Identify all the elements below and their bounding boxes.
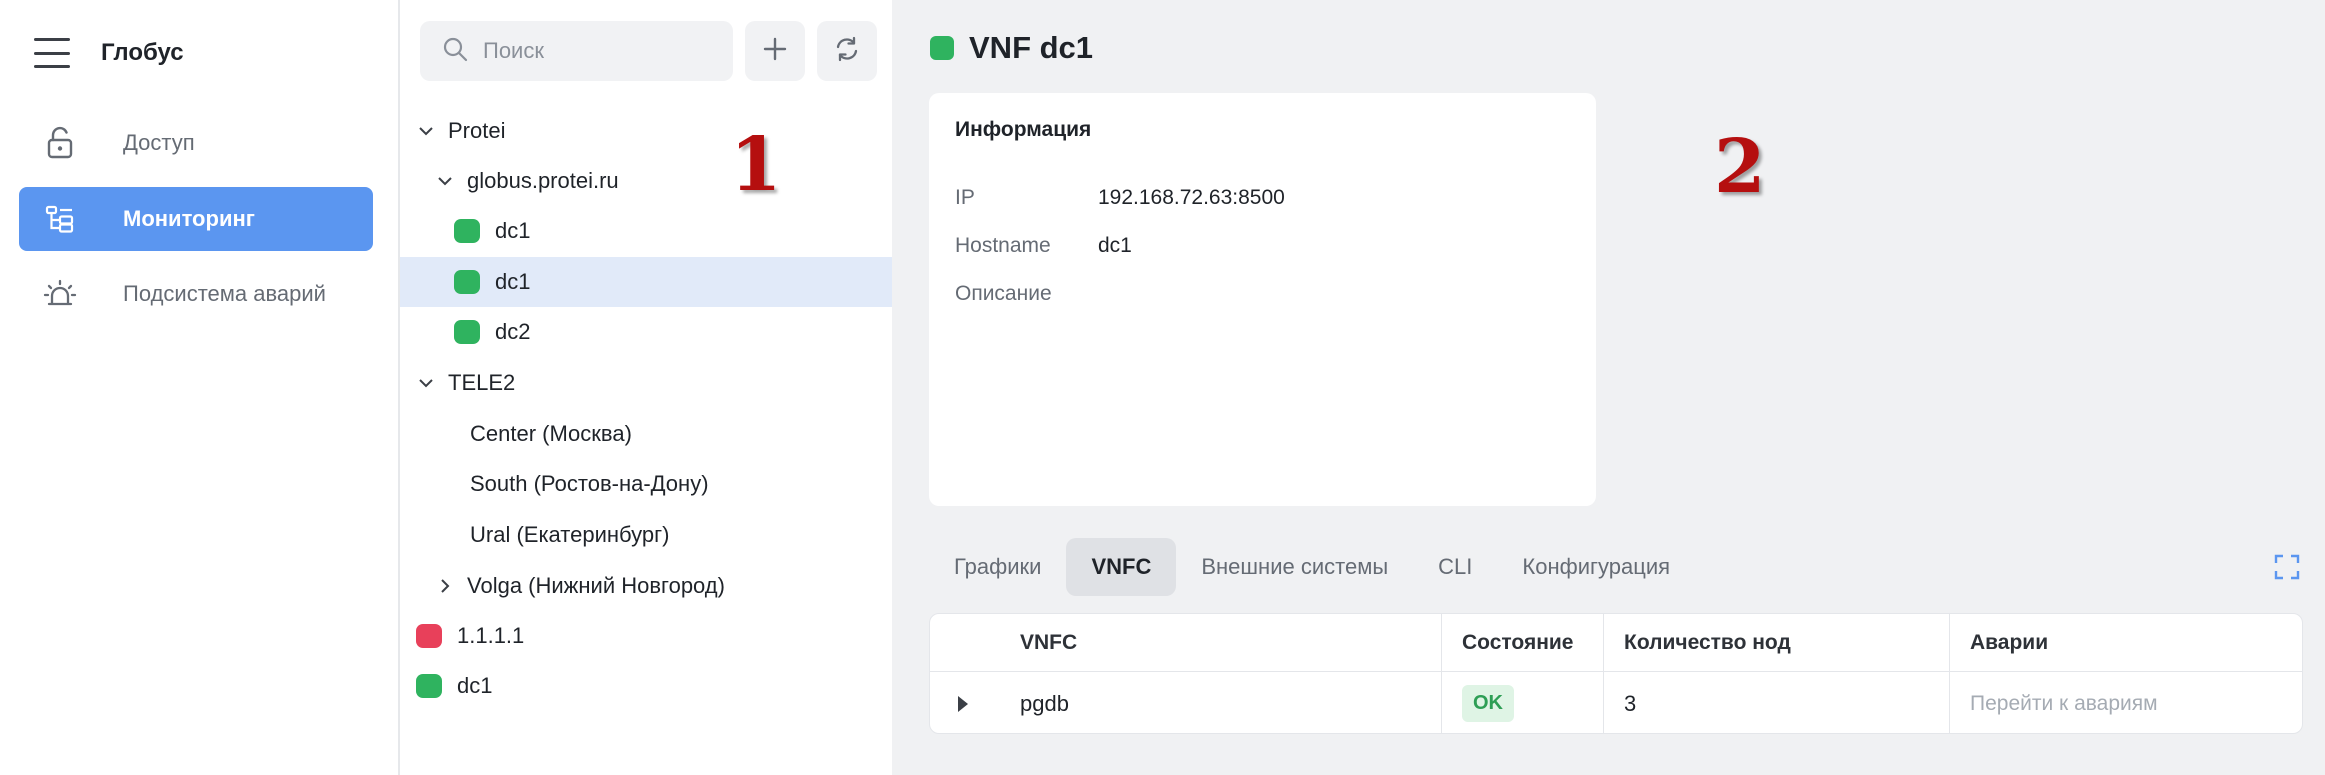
unlock-icon: [19, 126, 87, 160]
vnfc-table: VNFC Состояние Количество нод Аварии pgd…: [929, 613, 2303, 734]
tree-structure-icon: [19, 204, 87, 234]
vnfc-name: pgdb: [1020, 690, 1069, 716]
nav-item-alarms[interactable]: Подсистема аварий: [19, 262, 373, 326]
table-cell-vnfc: pgdb: [930, 672, 1442, 733]
expand-row-icon[interactable]: [958, 696, 968, 712]
status-indicator: [930, 36, 954, 60]
tree-node-label: Ural (Екатеринбург): [470, 522, 670, 547]
refresh-icon: [833, 35, 861, 68]
table-cell-alarms: Перейти к авариям: [1950, 672, 2302, 733]
info-row-description: Описание: [955, 282, 1098, 306]
page-title-text: VNF dc1: [969, 30, 1094, 65]
app-title: Глобус: [101, 39, 184, 66]
tree-node-south[interactable]: South (Ростов-на-Дону): [400, 459, 892, 509]
chevron-down-icon[interactable]: [416, 378, 436, 388]
tree-node-label: South (Ростов-на-Дону): [470, 471, 709, 496]
tree-node-protei[interactable]: Protei: [400, 106, 892, 156]
tree-node-label: dc2: [495, 319, 531, 344]
tree-node-label: TELE2: [448, 370, 516, 395]
tree-node-ural[interactable]: Ural (Екатеринбург): [400, 510, 892, 560]
table-cell-state: OK: [1442, 672, 1604, 733]
info-card: Информация IP 192.168.72.63:8500 Hostnam…: [929, 93, 1596, 506]
app-window: Глобус Доступ Мониторинг Подсистема авар…: [0, 0, 2325, 775]
tree-node-label: Protei: [448, 118, 506, 143]
fullscreen-icon[interactable]: [2270, 550, 2304, 584]
tree-node-label: 1.1.1.1: [457, 623, 525, 648]
alarm-siren-icon: [19, 277, 87, 311]
tree-node-label: dc1: [457, 673, 493, 698]
column-header: Состояние: [1442, 614, 1604, 671]
nav-item-monitoring[interactable]: Мониторинг: [19, 187, 373, 251]
annotation-marker-1: 1: [730, 122, 782, 208]
status-indicator: [454, 219, 480, 243]
info-card-title: Информация: [955, 118, 1092, 141]
status-indicator: [416, 674, 442, 698]
tree-node-dc1-root[interactable]: dc1: [400, 661, 892, 711]
tree-node-volga[interactable]: Volga (Нижний Новгород): [400, 561, 892, 611]
column-header: Количество нод: [1604, 614, 1950, 671]
info-key: Hostname: [955, 234, 1051, 257]
go-to-alarms-link[interactable]: Перейти к авариям: [1970, 692, 2158, 716]
object-tree-panel: Protei globus.protei.ru dc1 dc1 dc2 TELE…: [400, 0, 892, 775]
info-row-hostname: Hostname dc1: [955, 234, 1132, 258]
search-icon: [442, 36, 468, 67]
tree-node-label: globus.protei.ru: [467, 168, 619, 193]
table-cell-nodes: 3: [1604, 672, 1950, 733]
tab-cli[interactable]: CLI: [1413, 538, 1497, 596]
tree-node-label: dc1: [495, 269, 531, 294]
nav-item-label: Подсистема аварий: [123, 281, 326, 306]
tree-node-label: Center (Москва): [470, 421, 632, 446]
refresh-button[interactable]: [817, 21, 877, 81]
nav-item-label: Мониторинг: [123, 206, 255, 231]
annotation-marker-2: 2: [1714, 124, 1766, 210]
tree-node-1-1-1-1[interactable]: 1.1.1.1: [400, 611, 892, 661]
tree-node-dc1-selected[interactable]: dc1: [400, 257, 892, 307]
page-title: VNF dc1: [930, 30, 1093, 66]
tree-node-label: Volga (Нижний Новгород): [467, 573, 725, 598]
tree-node-center[interactable]: Center (Москва): [400, 409, 892, 459]
tab-external-systems[interactable]: Внешние системы: [1176, 538, 1413, 596]
nav-item-access[interactable]: Доступ: [19, 111, 373, 175]
info-key: Описание: [955, 282, 1052, 305]
main-navigation: Глобус Доступ Мониторинг Подсистема авар…: [0, 0, 400, 775]
status-indicator: [454, 270, 480, 294]
status-indicator: [454, 320, 480, 344]
tree-node-tele2[interactable]: TELE2: [400, 358, 892, 408]
plus-icon: [763, 37, 787, 66]
column-header: Аварии: [1970, 630, 2049, 654]
chevron-down-icon[interactable]: [416, 126, 436, 136]
chevron-down-icon[interactable]: [435, 176, 455, 186]
tree-node-dc2[interactable]: dc2: [400, 307, 892, 357]
tab-charts[interactable]: Графики: [929, 538, 1066, 596]
tree-node-dc1[interactable]: dc1: [400, 206, 892, 256]
nav-item-label: Доступ: [123, 130, 195, 155]
info-key: IP: [955, 186, 975, 209]
nav-header: Глобус: [34, 34, 184, 72]
search-box[interactable]: [420, 21, 733, 81]
details-pane: VNF dc1 Информация IP 192.168.72.63:8500…: [892, 0, 2325, 775]
tab-configuration[interactable]: Конфигурация: [1497, 538, 1695, 596]
info-row-ip: IP 192.168.72.63:8500: [955, 186, 1285, 210]
hamburger-menu-icon[interactable]: [34, 38, 70, 68]
column-header: VNFC: [930, 614, 1442, 671]
search-input[interactable]: [483, 38, 723, 64]
table-row[interactable]: pgdb OK 3 Перейти к авариям: [930, 672, 2302, 733]
tab-bar: Графики VNFC Внешние системы CLI Конфигу…: [929, 538, 1695, 596]
tree-node-globus[interactable]: globus.protei.ru: [400, 156, 892, 206]
status-badge: OK: [1462, 685, 1514, 722]
tree-node-label: dc1: [495, 218, 531, 243]
add-button[interactable]: [745, 21, 805, 81]
chevron-right-icon[interactable]: [435, 578, 455, 594]
status-indicator: [416, 624, 442, 648]
tab-vnfc[interactable]: VNFC: [1066, 538, 1177, 596]
info-value: dc1: [1098, 234, 1132, 257]
info-value: 192.168.72.63:8500: [1098, 186, 1285, 209]
table-header: VNFC Состояние Количество нод Аварии: [930, 614, 2302, 672]
